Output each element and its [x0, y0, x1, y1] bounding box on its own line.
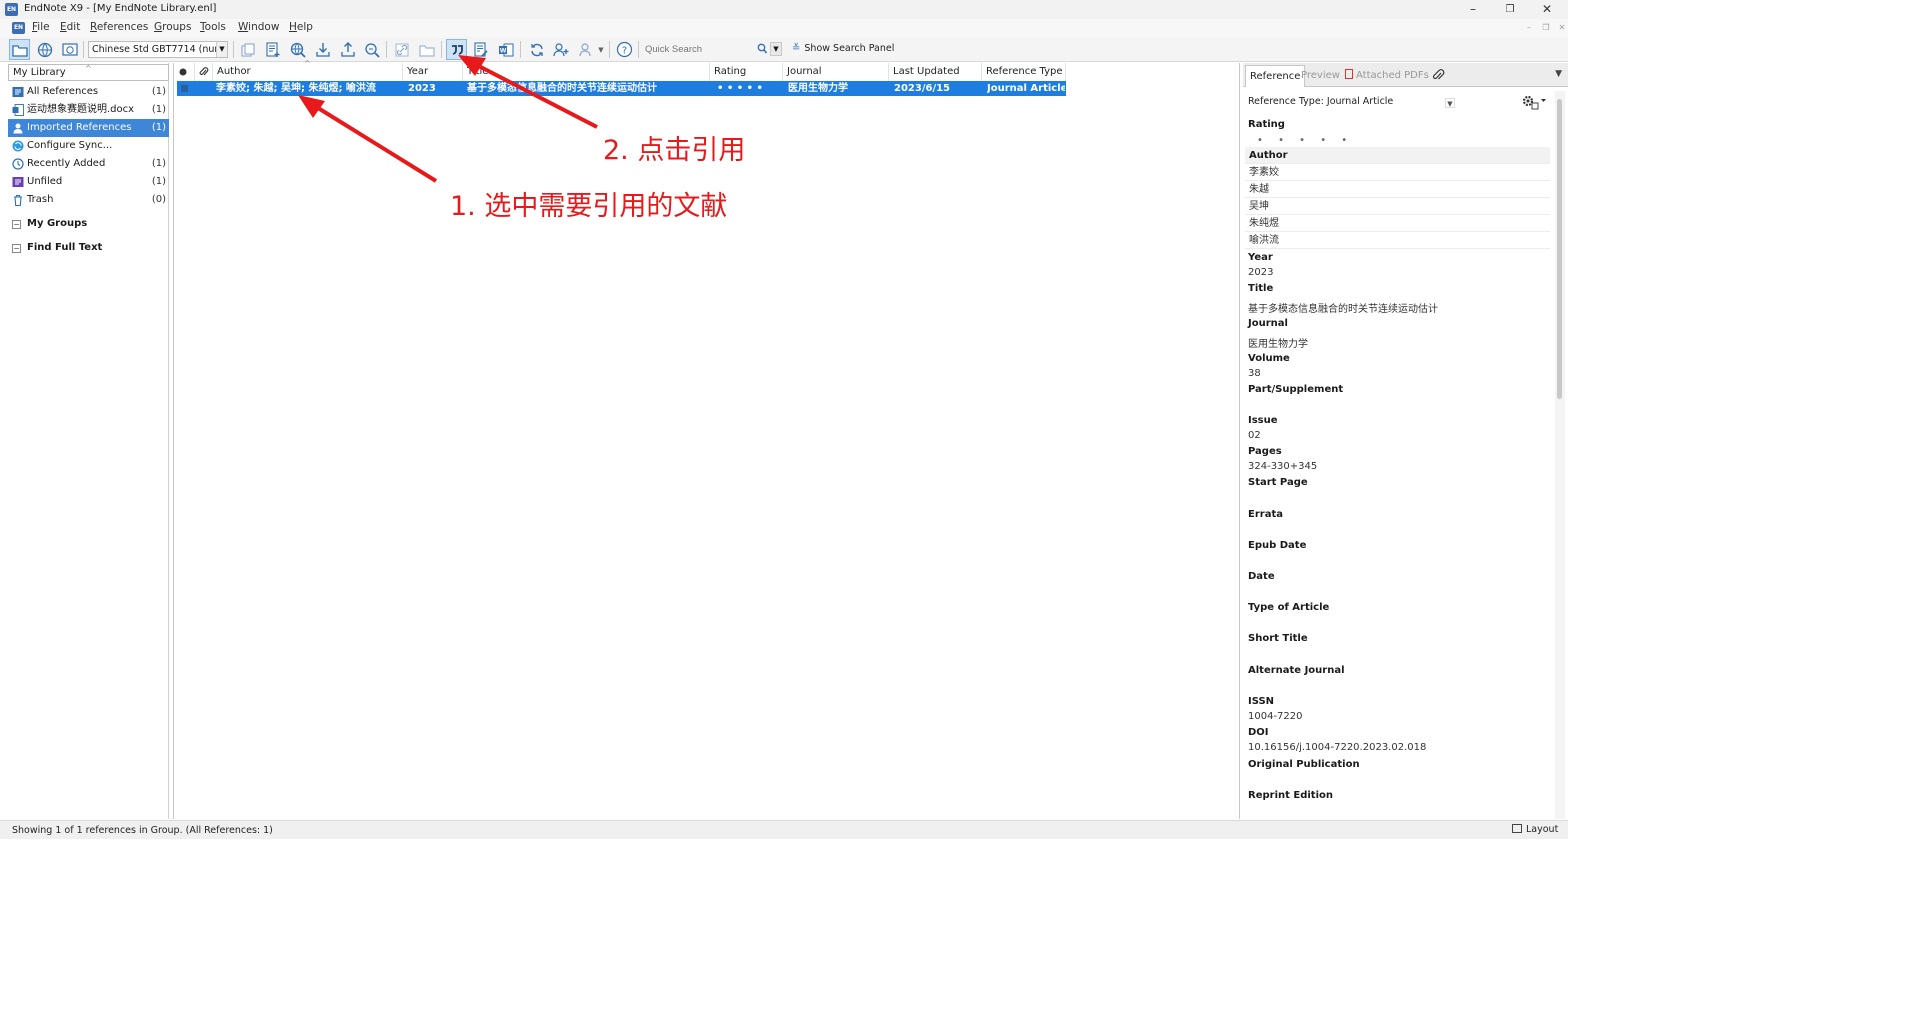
reference-type-row: Reference Type: Journal Article	[1248, 96, 1393, 107]
tab-attached-pdfs-label: Attached PDFs	[1356, 70, 1429, 81]
detail-tabs: Reference Preview Attached PDFs ▼	[1243, 63, 1568, 87]
field-label-issn: ISSN	[1248, 696, 1275, 707]
field-label-journal: Journal	[1248, 318, 1288, 329]
endnote-window: EN EndNote X9 - [My EndNote Library.enl]…	[0, 0, 1568, 839]
field-label-date: Date	[1248, 571, 1275, 582]
field-label-part-supplement: Part/Supplement	[1248, 384, 1344, 395]
field-value-year[interactable]: 2023	[1248, 267, 1273, 278]
layout-button[interactable]: Layout	[1512, 824, 1558, 835]
tab-preview[interactable]: Preview	[1297, 65, 1344, 87]
author-value[interactable]: 吴坤	[1245, 198, 1550, 215]
annotation-arrow-step1	[298, 95, 438, 183]
field-label-pages: Pages	[1248, 446, 1282, 457]
field-value-volume[interactable]: 38	[1248, 368, 1261, 379]
field-label-short-title: Short Title	[1248, 633, 1308, 644]
field-label-author: Author	[1245, 147, 1550, 164]
author-value[interactable]: 李素姣	[1245, 164, 1550, 181]
author-value[interactable]: 朱越	[1245, 181, 1550, 198]
author-value[interactable]: 喻洪流	[1245, 232, 1550, 249]
field-value-pages[interactable]: 324-330+345	[1248, 461, 1317, 472]
field-label-volume: Volume	[1248, 353, 1290, 364]
field-label-doi: DOI	[1248, 727, 1269, 738]
field-value-issue[interactable]: 02	[1248, 430, 1261, 441]
author-value[interactable]: 朱纯煜	[1245, 215, 1550, 232]
gear-icon[interactable]	[1519, 93, 1547, 111]
field-label-issue: Issue	[1248, 415, 1278, 426]
annotation-step2: 2. 点击引用	[603, 135, 746, 166]
reference-type-dropdown[interactable]: ▼	[1445, 98, 1455, 108]
field-value-doi[interactable]: 10.16156/j.1004-7220.2023.02.018	[1248, 742, 1426, 753]
field-label-rating: Rating	[1248, 119, 1285, 130]
field-value-title[interactable]: 基于多模态信息融合的时关节连续运动估计	[1248, 300, 1438, 315]
field-label-type-of-article: Type of Article	[1248, 602, 1330, 613]
tab-attached-pdfs[interactable]: Attached PDFs	[1341, 65, 1433, 87]
reference-type-label: Reference Type:	[1248, 96, 1324, 107]
paperclip-icon[interactable]	[1431, 68, 1445, 82]
field-value-journal[interactable]: 医用生物力学	[1248, 335, 1308, 350]
field-value-issn[interactable]: 1004-7220	[1248, 711, 1303, 722]
annotation-step1: 1. 选中需要引用的文献	[450, 191, 728, 222]
field-label-errata: Errata	[1248, 509, 1283, 520]
pdf-icon	[1345, 69, 1353, 79]
detail-scrollbar[interactable]	[1555, 91, 1565, 819]
field-label-reprint-edition: Reprint Edition	[1248, 790, 1333, 801]
field-label-start-page: Start Page	[1248, 477, 1308, 488]
layout-label: Layout	[1526, 824, 1559, 835]
status-bar: Showing 1 of 1 references in Group. (All…	[0, 820, 1568, 839]
rating-dots[interactable]: • • • • •	[1257, 135, 1353, 146]
field-label-epub-date: Epub Date	[1248, 540, 1307, 551]
annotation-arrow-step2	[458, 55, 598, 129]
scrollbar-thumb[interactable]	[1557, 99, 1562, 399]
reference-detail-panel: Reference Preview Attached PDFs ▼ Refere…	[1243, 63, 1568, 819]
field-label-year: Year	[1248, 252, 1273, 263]
dropdown-arrow-icon: ▼	[1447, 100, 1453, 108]
layout-icon	[1512, 824, 1522, 833]
field-label-original-publication: Original Publication	[1248, 759, 1360, 770]
reference-type-value[interactable]: Journal Article	[1327, 96, 1393, 107]
field-label-alternate-journal: Alternate Journal	[1248, 665, 1345, 676]
panel-menu-arrow-icon[interactable]: ▼	[1555, 69, 1562, 79]
field-label-title: Title	[1248, 283, 1274, 294]
status-text: Showing 1 of 1 references in Group. (All…	[12, 825, 273, 836]
